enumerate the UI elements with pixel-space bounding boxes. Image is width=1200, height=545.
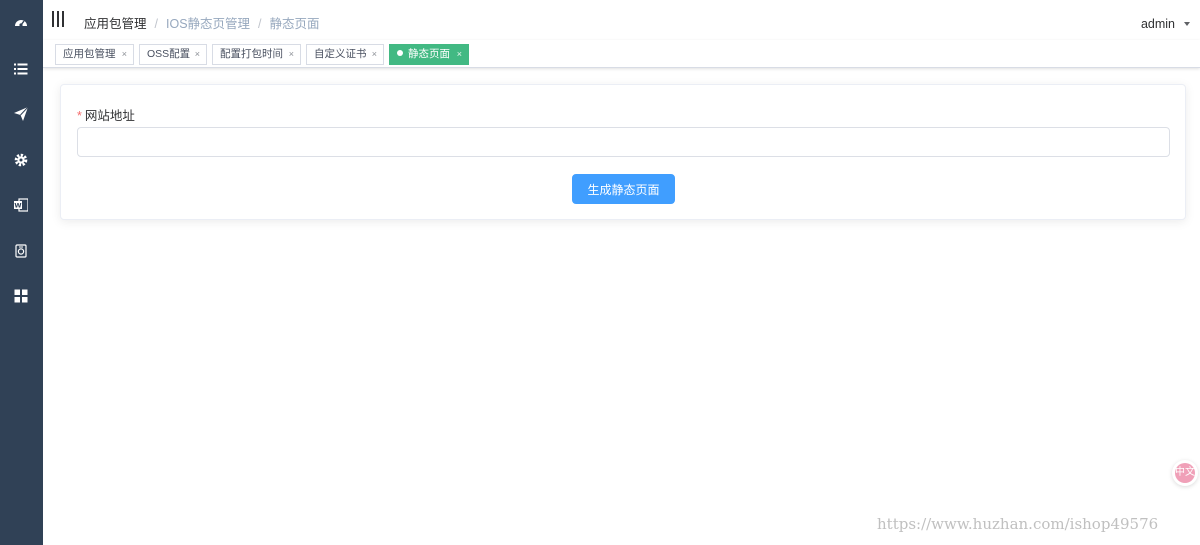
tag-label: 配置打包时间 <box>220 48 283 60</box>
send-icon[interactable] <box>13 106 29 122</box>
tag-label: 应用包管理 <box>63 48 116 60</box>
tag-oss-config[interactable]: OSS配置 × <box>139 44 207 65</box>
tags-view: 应用包管理 × OSS配置 × 配置打包时间 × 自定义证书 × 静态页面 × <box>43 40 1200 68</box>
svg-text:W: W <box>14 202 21 210</box>
breadcrumb-item[interactable]: 应用包管理 <box>84 17 147 31</box>
url-label-text: 网站地址 <box>84 109 135 123</box>
translate-icon[interactable]: 中文 <box>1172 460 1198 486</box>
camera-icon[interactable] <box>13 243 29 259</box>
watermark: https://www.huzhan.com/ishop49576 <box>877 515 1159 533</box>
required-mark: * <box>77 109 82 123</box>
list-icon[interactable] <box>13 61 29 77</box>
url-label: * 网站地址 <box>77 105 135 124</box>
grid-icon[interactable] <box>13 288 29 304</box>
sidebar: W <box>0 0 43 545</box>
caret-down-icon <box>1184 22 1190 26</box>
dashboard-icon[interactable] <box>13 15 29 31</box>
tag-custom-cert[interactable]: 自定义证书 × <box>306 44 384 65</box>
tag-pack-time[interactable]: 配置打包时间 × <box>212 44 301 65</box>
close-icon[interactable]: × <box>122 45 127 64</box>
close-icon[interactable]: × <box>457 45 462 64</box>
navbar: 应用包管理 / IOS静态页管理 / 静态页面 admin <box>43 0 1200 40</box>
word-doc-icon[interactable]: W <box>13 197 29 213</box>
tag-static-page[interactable]: 静态页面 × <box>389 44 469 65</box>
username: admin <box>1140 17 1175 31</box>
breadcrumb-item[interactable]: IOS静态页管理 <box>166 17 250 31</box>
tag-label: 静态页面 <box>408 48 450 60</box>
close-icon[interactable]: × <box>372 45 377 64</box>
breadcrumb-separator: / <box>258 17 262 31</box>
url-input[interactable] <box>77 127 1170 157</box>
generate-static-page-button[interactable]: 生成静态页面 <box>572 174 675 204</box>
gear-icon[interactable] <box>13 152 29 168</box>
breadcrumb-separator: / <box>154 17 158 31</box>
user-menu[interactable]: admin <box>1141 17 1190 31</box>
hamburger-icon[interactable] <box>52 11 68 29</box>
tag-app-package[interactable]: 应用包管理 × <box>55 44 134 65</box>
breadcrumb-current: 静态页面 <box>269 17 320 31</box>
tag-label: OSS配置 <box>147 48 191 60</box>
close-icon[interactable]: × <box>195 45 200 64</box>
form-card: * 网站地址 生成静态页面 <box>60 84 1186 220</box>
breadcrumb: 应用包管理 / IOS静态页管理 / 静态页面 <box>84 13 320 32</box>
translate-icon-glyph: 中文 <box>1175 463 1195 483</box>
active-dot-icon <box>397 50 403 56</box>
close-icon[interactable]: × <box>289 45 294 64</box>
tag-label: 自定义证书 <box>314 48 367 60</box>
